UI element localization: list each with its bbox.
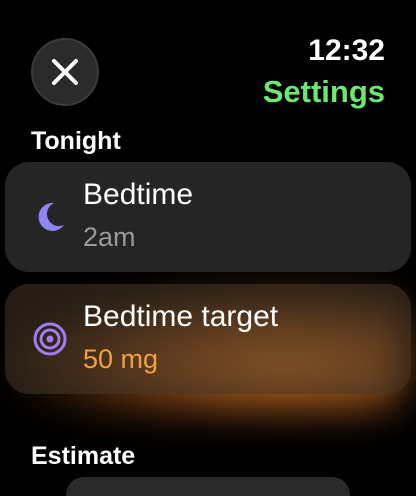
section-heading-estimate: Estimate <box>31 442 136 470</box>
section-heading-tonight: Tonight <box>31 127 121 155</box>
page-title: Settings <box>262 74 385 109</box>
close-icon <box>52 59 78 85</box>
close-button[interactable] <box>31 38 99 106</box>
bedtime-value: 2am <box>83 222 136 252</box>
bedtime-target-value: 50 mg <box>83 344 159 374</box>
target-icon <box>33 322 67 356</box>
bedtime-card[interactable]: Bedtime 2am <box>5 162 411 272</box>
bedtime-target-card[interactable]: Bedtime target 50 mg <box>5 284 411 394</box>
clock-time: 12:32 <box>308 34 385 67</box>
moon-icon <box>38 202 64 231</box>
bedtime-target-label: Bedtime target <box>83 300 279 333</box>
bedtime-label: Bedtime <box>83 178 194 211</box>
estimate-card[interactable] <box>66 477 350 496</box>
